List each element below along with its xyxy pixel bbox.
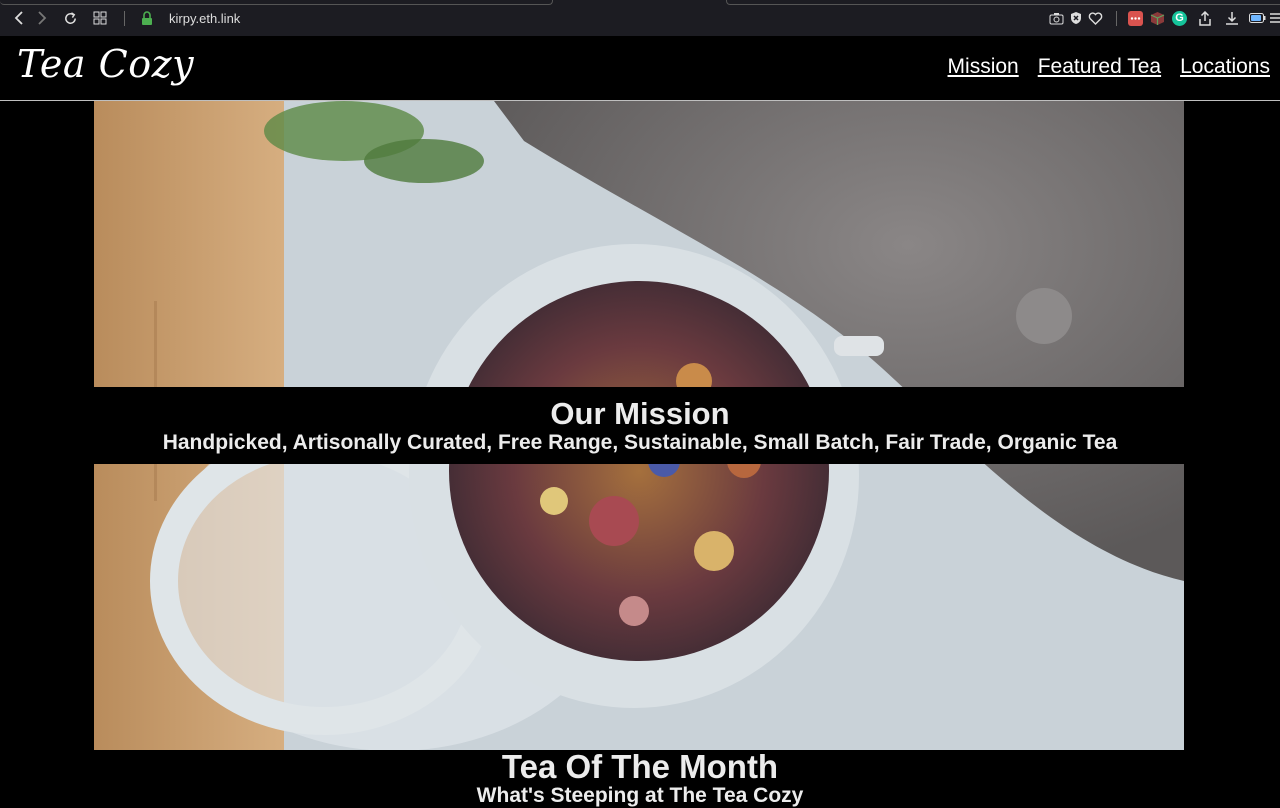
heart-icon[interactable]	[1087, 10, 1103, 26]
tab-right[interactable]	[726, 0, 1280, 5]
extension-icon[interactable]	[1128, 11, 1143, 26]
mission-heading: Our Mission	[550, 396, 730, 431]
tea-of-month-subheading: What's Steeping at The Tea Cozy	[476, 784, 804, 807]
url-domain: eth.link	[199, 11, 241, 26]
tab-left[interactable]	[0, 0, 553, 5]
battery-icon	[1248, 10, 1266, 26]
back-icon[interactable]	[11, 10, 27, 26]
reload-icon[interactable]	[62, 10, 78, 26]
address-bar[interactable]: kirpy.eth.link	[169, 11, 240, 26]
download-icon[interactable]	[1224, 10, 1240, 26]
nav-link-locations[interactable]: Locations	[1180, 55, 1270, 79]
shield-x-icon[interactable]	[1068, 10, 1084, 26]
hero-image-top	[94, 101, 1184, 387]
main-nav: Mission Featured Tea Locations	[948, 55, 1270, 79]
grammarly-icon[interactable]: G	[1172, 11, 1187, 26]
tea-jar-photo-lower	[94, 464, 1184, 750]
site-logo[interactable]: Tea Cozy	[17, 42, 194, 86]
site-header: Tea Cozy Mission Featured Tea Locations	[0, 36, 1280, 101]
nav-link-mission[interactable]: Mission	[948, 55, 1019, 79]
grid-icon[interactable]	[92, 10, 108, 26]
forward-icon[interactable]	[34, 10, 50, 26]
hero-image-bottom	[94, 464, 1184, 750]
url-prefix: kirpy.	[169, 11, 200, 26]
toolbar-divider-2	[1116, 11, 1117, 26]
tea-jar-photo	[94, 101, 1184, 387]
menu-icon[interactable]	[1269, 10, 1280, 26]
lock-icon[interactable]	[141, 11, 153, 31]
toolbar-divider	[124, 11, 125, 26]
share-icon[interactable]	[1197, 10, 1213, 26]
browser-toolbar: kirpy.eth.link G	[0, 0, 1280, 36]
nav-link-featured-tea[interactable]: Featured Tea	[1038, 55, 1161, 79]
camera-icon[interactable]	[1048, 10, 1064, 26]
mission-subheading: Handpicked, Artisonally Curated, Free Ra…	[162, 431, 1118, 454]
cube-icon[interactable]	[1150, 11, 1165, 26]
tea-of-month-heading: Tea Of The Month	[501, 748, 779, 785]
